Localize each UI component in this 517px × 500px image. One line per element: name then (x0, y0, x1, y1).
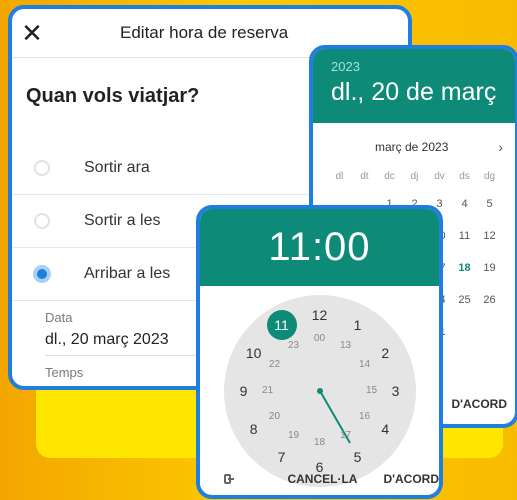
clock-hour[interactable]: 7 (271, 448, 293, 466)
time-actions: CANCEL·LA D'ACORD (200, 469, 439, 489)
time-display: 11:00 (200, 209, 439, 286)
clock-hour-24[interactable]: 13 (335, 337, 357, 355)
calendar-day[interactable]: 12 (477, 226, 502, 246)
radio-button[interactable] (34, 213, 50, 229)
calendar-day[interactable]: 25 (452, 290, 477, 310)
selected-hour[interactable]: 11 (266, 310, 297, 341)
weekday-label: dt (360, 171, 369, 182)
chevron-right-icon[interactable]: › (498, 139, 503, 155)
option-label: Sortir a les (84, 212, 161, 229)
weekday-label: dc (384, 171, 395, 182)
date-ok-button[interactable]: D'ACORD (451, 397, 507, 411)
clock-hour-24[interactable]: 15 (361, 382, 383, 400)
date-picker-header: 2023 dl., 20 de març (313, 49, 515, 123)
clock-hour-24[interactable]: 21 (257, 382, 279, 400)
calendar-empty (452, 322, 477, 342)
clock-hour[interactable]: 2 (374, 344, 396, 362)
clock-hour[interactable]: 1 (347, 316, 369, 334)
clock-hour-24[interactable]: 19 (283, 427, 305, 445)
booking-title: Editar hora de reserva (120, 23, 289, 42)
clock-hour-24[interactable]: 23 (283, 337, 305, 355)
month-label: març de 2023 (375, 140, 449, 154)
calendar-day[interactable]: 5 (477, 194, 502, 214)
weekday-label: dl (335, 171, 344, 182)
calendar-day[interactable]: 19 (477, 258, 502, 278)
time-picker-dialog: 11:00 1212345678910110013141516171819202… (196, 205, 443, 499)
time-ok-button[interactable]: D'ACORD (383, 472, 439, 486)
clock-hour-24[interactable]: 17 (335, 427, 357, 445)
calendar-day[interactable]: 4 (452, 194, 477, 214)
weekday-label: dj (410, 171, 419, 182)
clock-face[interactable]: 1212345678910110013141516171819202122231… (223, 295, 416, 487)
clock-hour-24[interactable]: 00 (309, 330, 331, 348)
option-label: Sortir ara (84, 159, 150, 176)
clock-hour[interactable]: 4 (374, 420, 396, 438)
calendar-day[interactable]: 26 (477, 290, 502, 310)
weekday-label: dv (434, 171, 445, 182)
radio-button-selected[interactable] (33, 265, 51, 283)
calendar-day[interactable]: 11 (452, 226, 477, 246)
clock-center (316, 388, 323, 394)
clock-hour-24[interactable]: 20 (263, 408, 285, 426)
calendar-day[interactable]: 18 (452, 258, 477, 278)
calendar-empty (477, 322, 502, 342)
weekday-label: dg (483, 171, 496, 182)
option-label: Arribar a les (84, 265, 171, 282)
clock-hour[interactable]: 9 (233, 382, 255, 400)
selected-date: dl., 20 de març (331, 78, 497, 106)
weekday-header: dl dt dc dj dv ds dg (313, 171, 515, 182)
clock-hour-24[interactable]: 16 (354, 408, 376, 426)
cancel-button[interactable]: CANCEL·LA (287, 472, 357, 486)
year-label[interactable]: 2023 (331, 59, 515, 74)
clock-hour[interactable]: 10 (243, 344, 265, 362)
clock-hour[interactable]: 3 (385, 382, 407, 400)
radio-button[interactable] (34, 160, 50, 176)
month-row: març de 2023 › (313, 123, 515, 171)
weekday-label: ds (459, 171, 470, 182)
clock-hour-24[interactable]: 14 (354, 356, 376, 374)
clock-hour-24[interactable]: 22 (263, 356, 285, 374)
keyboard-icon[interactable] (224, 474, 235, 484)
clock-hour[interactable]: 5 (347, 448, 369, 466)
clock-hour[interactable]: 12 (309, 306, 331, 324)
clock-hour-24[interactable]: 18 (309, 434, 331, 452)
close-icon[interactable]: ✕ (12, 20, 52, 46)
clock-hour[interactable]: 8 (243, 420, 265, 438)
